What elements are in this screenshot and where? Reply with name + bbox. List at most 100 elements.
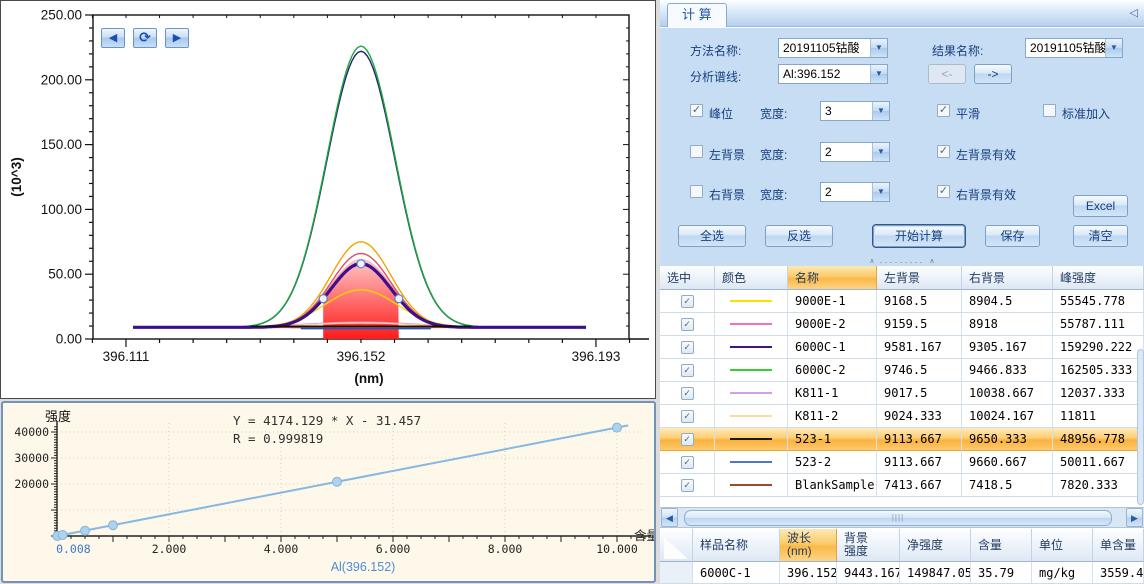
chevron-down-icon[interactable]: ▼ [870, 39, 887, 57]
svg-text:2.000: 2.000 [152, 542, 187, 556]
table-row[interactable]: ✓ 9000E-2 9159.5 8918 55787.111 [660, 313, 1144, 336]
chevron-down-icon[interactable]: ▼ [872, 143, 889, 161]
method-name-label: 方法名称: [690, 42, 741, 59]
start-calculation-button[interactable]: 开始计算 [873, 225, 965, 247]
spectral-chart[interactable]: 0.0050.00100.00150.00200.00250.00396.111… [1, 1, 655, 403]
table-row[interactable]: ✓ 523-1 9113.667 9650.333 48956.778 [660, 428, 1144, 451]
series-color-swatch [730, 369, 772, 371]
summary-column-header-6[interactable]: 单含量 [1093, 529, 1144, 562]
summary-cell: 6000C-1 [693, 562, 780, 584]
row-selector[interactable] [660, 562, 693, 584]
table-row[interactable]: ✓ 6000C-1 9581.167 9305.167 159290.222 [660, 336, 1144, 359]
right-background-label: 右背景 [709, 186, 745, 203]
collapse-panel-icon[interactable]: ◁ [1130, 6, 1138, 19]
row-cell-right-bg: 10038.667 [962, 382, 1053, 405]
standard-addition-checkbox[interactable] [1043, 104, 1056, 117]
column-header-1[interactable]: 颜色 [715, 266, 788, 290]
table-row[interactable]: ✓ 6000C-2 9746.5 9466.833 162505.333 [660, 359, 1144, 382]
result-name-combobox[interactable]: 20191105钴酸 ▼ [1025, 38, 1123, 58]
calibration-panel: 2000030000400000.0082.0004.0006.0008.000… [1, 401, 656, 583]
vertical-scrollbar[interactable] [1137, 349, 1144, 505]
svg-text:4.000: 4.000 [264, 542, 299, 556]
invert-selection-button[interactable]: 反选 [765, 225, 833, 247]
splitter-collapse-icon[interactable]: ∧ [929, 259, 934, 265]
row-checkbox[interactable]: ✓ [681, 318, 694, 331]
row-cell-left-bg: 9113.667 [877, 428, 962, 451]
calibration-chart[interactable]: 2000030000400000.0082.0004.0006.0008.000… [3, 403, 654, 584]
row-cell-peak: 7820.333 [1053, 474, 1144, 497]
right-bg-width-combobox[interactable]: 2 ▼ [820, 182, 890, 202]
calculation-panel: 计 算 ◁ 方法名称: 20191105钴酸 ▼ 结果名称: 20191105钴… [660, 0, 1144, 584]
clear-button[interactable]: 清空 [1073, 225, 1128, 247]
chevron-down-icon[interactable]: ▼ [870, 65, 887, 83]
row-cell [715, 382, 788, 405]
table-row[interactable]: ✓ 523-2 9113.667 9660.667 50011.667 [660, 451, 1144, 474]
grid-splitter[interactable]: ∧ ········· ∧ [660, 258, 1144, 266]
table-row[interactable]: ✓ 9000E-1 9168.5 8904.5 55545.778 [660, 290, 1144, 313]
right-bg-valid-checkbox[interactable]: ✓ [937, 185, 950, 198]
spectral-chart-panel: 0.0050.00100.00150.00200.00250.00396.111… [0, 0, 656, 399]
peak-width-combobox[interactable]: 3 ▼ [820, 101, 890, 121]
column-header-2[interactable]: 名称 [788, 266, 877, 290]
series-color-swatch [730, 392, 772, 394]
summary-column-header-4[interactable]: 含量 [971, 529, 1032, 562]
row-cell-peak: 55787.111 [1053, 313, 1144, 336]
next-spectrum-button[interactable]: ▶ [165, 28, 189, 48]
row-checkbox[interactable]: ✓ [681, 479, 694, 492]
left-bg-valid-checkbox[interactable]: ✓ [937, 145, 950, 158]
splitter-collapse-icon[interactable]: ∧ [869, 259, 874, 265]
scroll-right-icon[interactable]: ▶ [1126, 508, 1143, 527]
svg-text:Al(396.152): Al(396.152) [331, 560, 396, 574]
row-checkbox[interactable]: ✓ [681, 433, 694, 446]
left-bg-width-combobox[interactable]: 2 ▼ [820, 142, 890, 162]
analysis-line-combobox[interactable]: Al:396.152 ▼ [778, 64, 888, 84]
prev-line-button[interactable]: <- [928, 64, 966, 84]
excel-export-button[interactable]: Excel [1073, 195, 1128, 217]
save-button[interactable]: 保存 [985, 225, 1040, 247]
row-checkbox[interactable]: ✓ [681, 364, 694, 377]
chevron-down-icon[interactable]: ▼ [872, 102, 889, 120]
summary-cell: 149847.056 [900, 562, 971, 584]
summary-column-header-5[interactable]: 单位 [1032, 529, 1093, 562]
column-header-5[interactable]: 峰强度 [1053, 266, 1144, 290]
peak-position-label: 峰位 [709, 105, 733, 122]
peak-position-checkbox[interactable]: ✓ [690, 104, 703, 117]
row-checkbox[interactable]: ✓ [681, 295, 694, 308]
left-background-checkbox[interactable] [690, 145, 703, 158]
column-header-4[interactable]: 右背景 [962, 266, 1053, 290]
select-all-button[interactable]: 全选 [678, 225, 746, 247]
tab-calculate[interactable]: 计 算 [667, 3, 727, 27]
summary-column-header-3[interactable]: 净强度 [900, 529, 971, 562]
table-row[interactable]: ✓ K811-2 9024.333 10024.167 11811 [660, 405, 1144, 428]
chevron-down-icon[interactable]: ▼ [1105, 39, 1122, 57]
row-cell [715, 359, 788, 382]
table-row[interactable]: 6000C-1396.1529443.167149847.05635.79mg/… [660, 562, 1144, 584]
method-name-combobox[interactable]: 20191105钴酸 ▼ [778, 38, 888, 58]
splitter-grip: ········· [880, 259, 925, 265]
row-checkbox[interactable]: ✓ [681, 341, 694, 354]
row-checkbox[interactable]: ✓ [681, 410, 694, 423]
corner-cell [660, 529, 693, 562]
standard-addition-label: 标准加入 [1062, 105, 1110, 122]
summary-column-header-0[interactable]: 样品名称 [693, 529, 780, 562]
right-background-checkbox[interactable] [690, 185, 703, 198]
scroll-left-icon[interactable]: ◀ [661, 508, 678, 527]
column-header-0[interactable]: 选中 [660, 266, 715, 290]
prev-spectrum-button[interactable]: ◀ [101, 28, 125, 48]
refresh-icon[interactable]: ⟳ [133, 28, 157, 48]
summary-column-header-2[interactable]: 背景强度 [837, 529, 900, 562]
row-checkbox[interactable]: ✓ [681, 387, 694, 400]
series-color-swatch [730, 346, 772, 348]
smooth-checkbox[interactable]: ✓ [937, 104, 950, 117]
summary-column-header-1[interactable]: 波长(nm) [780, 529, 837, 562]
results-table-header: 选中颜色名称左背景右背景峰强度 [660, 266, 1144, 290]
scrollbar-thumb[interactable]: |||| [684, 510, 1112, 526]
row-cell: ✓ [660, 290, 715, 313]
chevron-down-icon[interactable]: ▼ [872, 183, 889, 201]
row-cell-peak: 159290.222 [1053, 336, 1144, 359]
row-checkbox[interactable]: ✓ [681, 456, 694, 469]
column-header-3[interactable]: 左背景 [877, 266, 962, 290]
table-row[interactable]: ✓ K811-1 9017.5 10038.667 12037.333 [660, 382, 1144, 405]
next-line-button[interactable]: -> [974, 64, 1012, 84]
table-row[interactable]: ✓ BlankSample1 7413.667 7418.5 7820.333 [660, 474, 1144, 497]
